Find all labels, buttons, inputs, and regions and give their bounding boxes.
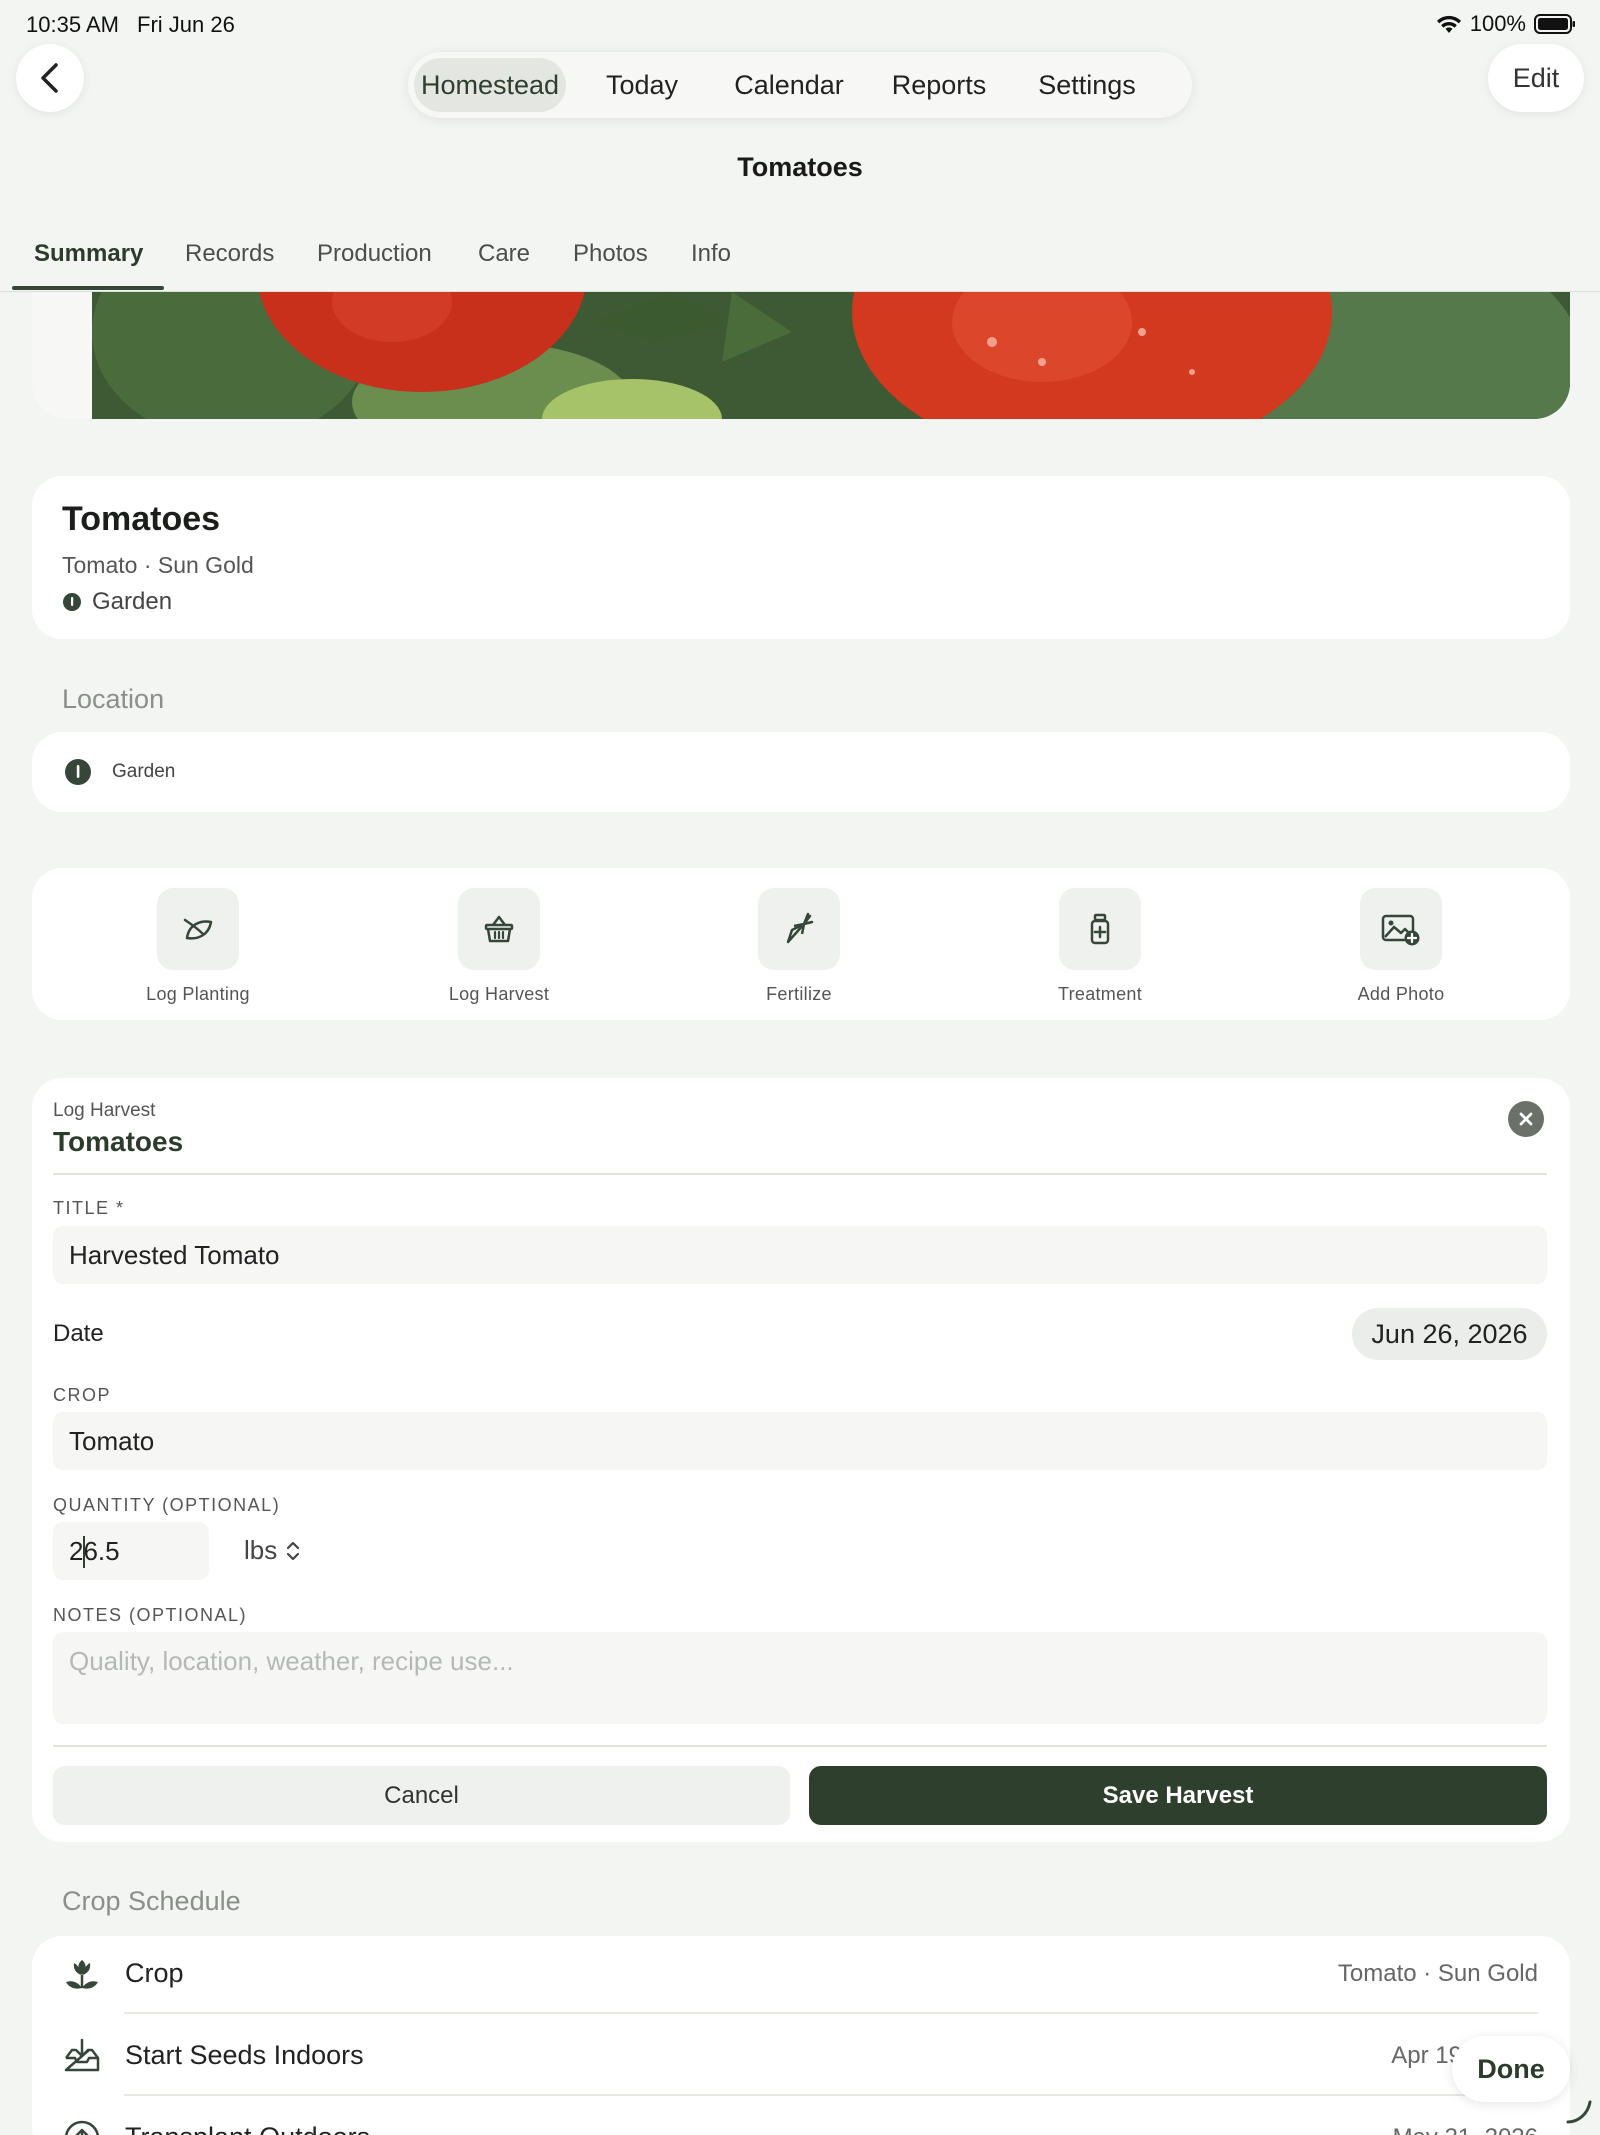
status-time: 10:35 AM — [26, 12, 119, 37]
location-card[interactable] — [32, 732, 1570, 812]
schedule-row-transplant[interactable]: Transplant Outdoors May 31, 2026 — [32, 2098, 1570, 2135]
nav-reports[interactable]: Reports — [874, 58, 1004, 112]
crop-schedule-heading: Crop Schedule — [62, 1886, 241, 1916]
edit-button[interactable]: Edit — [1488, 44, 1584, 112]
crop-variety: Tomato · Sun Gold — [62, 552, 254, 578]
status-date: Fri Jun 26 — [137, 12, 235, 37]
crop-name: Tomatoes — [62, 500, 221, 538]
form-footer-divider — [53, 1745, 1547, 1747]
crop-field-label: CROP — [53, 1385, 112, 1405]
form-kicker: Log Harvest — [53, 1100, 156, 1121]
form-header-divider — [53, 1173, 1547, 1175]
tab-info[interactable]: Info — [691, 240, 731, 268]
status-indicators: 100% — [1436, 11, 1576, 37]
quantity-field-label: QUANTITY (OPTIONAL) — [53, 1495, 281, 1515]
resize-handle-icon[interactable] — [1566, 2098, 1592, 2124]
main-navigation: Homestead Today Calendar Reports Setting… — [408, 52, 1192, 118]
close-icon — [1518, 1111, 1534, 1127]
location-row: Garden — [64, 758, 175, 786]
quantity-input[interactable]: 26.5 — [53, 1522, 209, 1580]
arrow-circle-icon — [60, 2116, 104, 2135]
schedule-row-crop[interactable]: Crop Tomato · Sun Gold — [32, 1934, 1570, 2014]
date-label: Date — [53, 1320, 104, 1347]
save-harvest-button[interactable]: Save Harvest — [809, 1766, 1547, 1825]
nav-settings[interactable]: Settings — [1022, 58, 1152, 112]
basket-icon — [458, 888, 540, 970]
schedule-row-start-seeds[interactable]: Start Seeds Indoors Apr 19 — [32, 2016, 1570, 2096]
schedule-label: Transplant Outdoors — [125, 2122, 370, 2135]
treatment-button[interactable]: Treatment — [1000, 888, 1200, 1005]
crop-location-label: Garden — [92, 588, 173, 615]
cancel-button[interactable]: Cancel — [53, 1766, 790, 1825]
tab-care[interactable]: Care — [478, 240, 530, 268]
nav-calendar[interactable]: Calendar — [720, 58, 858, 112]
nav-homestead[interactable]: Homestead — [414, 58, 566, 112]
crop-photo[interactable] — [32, 292, 1570, 419]
tab-records[interactable]: Records — [185, 240, 274, 268]
battery-percent: 100% — [1469, 11, 1526, 36]
back-button[interactable] — [16, 44, 84, 112]
chevron-up-down-icon — [285, 1539, 301, 1563]
add-photo-icon — [1360, 888, 1442, 970]
title-field-label: TITLE * — [53, 1198, 125, 1218]
schedule-value: Tomato · Sun Gold — [1337, 1960, 1538, 1987]
nav-today[interactable]: Today — [582, 58, 702, 112]
carrot-icon — [758, 888, 840, 970]
sprout-icon — [60, 1952, 104, 1996]
tab-photos[interactable]: Photos — [573, 240, 648, 268]
leaf-icon — [157, 888, 239, 970]
row-divider — [124, 2094, 1538, 2096]
form-title: Tomatoes — [53, 1126, 184, 1157]
tray-download-icon — [60, 2034, 104, 2078]
crop-summary-card — [32, 476, 1570, 639]
log-planting-button[interactable]: Log Planting — [98, 888, 298, 1005]
add-photo-label: Add Photo — [1357, 984, 1445, 1004]
schedule-label: Start Seeds Indoors — [125, 2040, 364, 2070]
schedule-label: Crop — [125, 1958, 184, 1988]
log-harvest-label: Log Harvest — [448, 984, 550, 1004]
unit-value: lbs — [244, 1535, 278, 1565]
fertilize-label: Fertilize — [766, 984, 832, 1004]
text-cursor — [83, 1536, 85, 1568]
tab-summary[interactable]: Summary — [34, 240, 143, 268]
location-pin-icon — [62, 592, 82, 612]
add-photo-button[interactable]: Add Photo — [1301, 888, 1501, 1005]
close-form-button[interactable] — [1508, 1101, 1544, 1137]
fertilize-button[interactable]: Fertilize — [699, 888, 899, 1005]
crop-location: Garden — [62, 588, 172, 616]
crop-input[interactable]: Tomato — [53, 1412, 1547, 1470]
detail-tabs: Summary Records Production Care Photos I… — [0, 226, 1600, 292]
title-input[interactable]: Harvested Tomato — [53, 1226, 1547, 1284]
log-harvest-button[interactable]: Log Harvest — [399, 888, 599, 1005]
medicine-bottle-icon — [1059, 888, 1141, 970]
keyboard-done-button[interactable]: Done — [1452, 2036, 1570, 2102]
row-divider — [124, 2012, 1538, 2014]
treatment-label: Treatment — [1057, 984, 1143, 1004]
location-pin-icon — [64, 758, 92, 786]
chevron-left-icon — [39, 62, 61, 94]
location-value: Garden — [112, 761, 176, 782]
wifi-icon — [1436, 14, 1462, 34]
unit-selector[interactable]: lbs — [244, 1535, 301, 1566]
log-planting-label: Log Planting — [146, 984, 250, 1004]
notes-input[interactable]: Quality, location, weather, recipe use..… — [53, 1632, 1547, 1724]
active-tab-indicator — [12, 286, 164, 290]
date-picker[interactable]: Jun 26, 2026 — [1352, 1308, 1547, 1360]
notes-field-label: NOTES (OPTIONAL) — [53, 1605, 248, 1625]
page-title: Tomatoes — [737, 152, 863, 182]
location-heading: Location — [62, 684, 165, 714]
battery-icon — [1534, 13, 1576, 35]
tab-production[interactable]: Production — [317, 240, 432, 268]
schedule-value: May 31, 2026 — [1393, 2124, 1538, 2135]
